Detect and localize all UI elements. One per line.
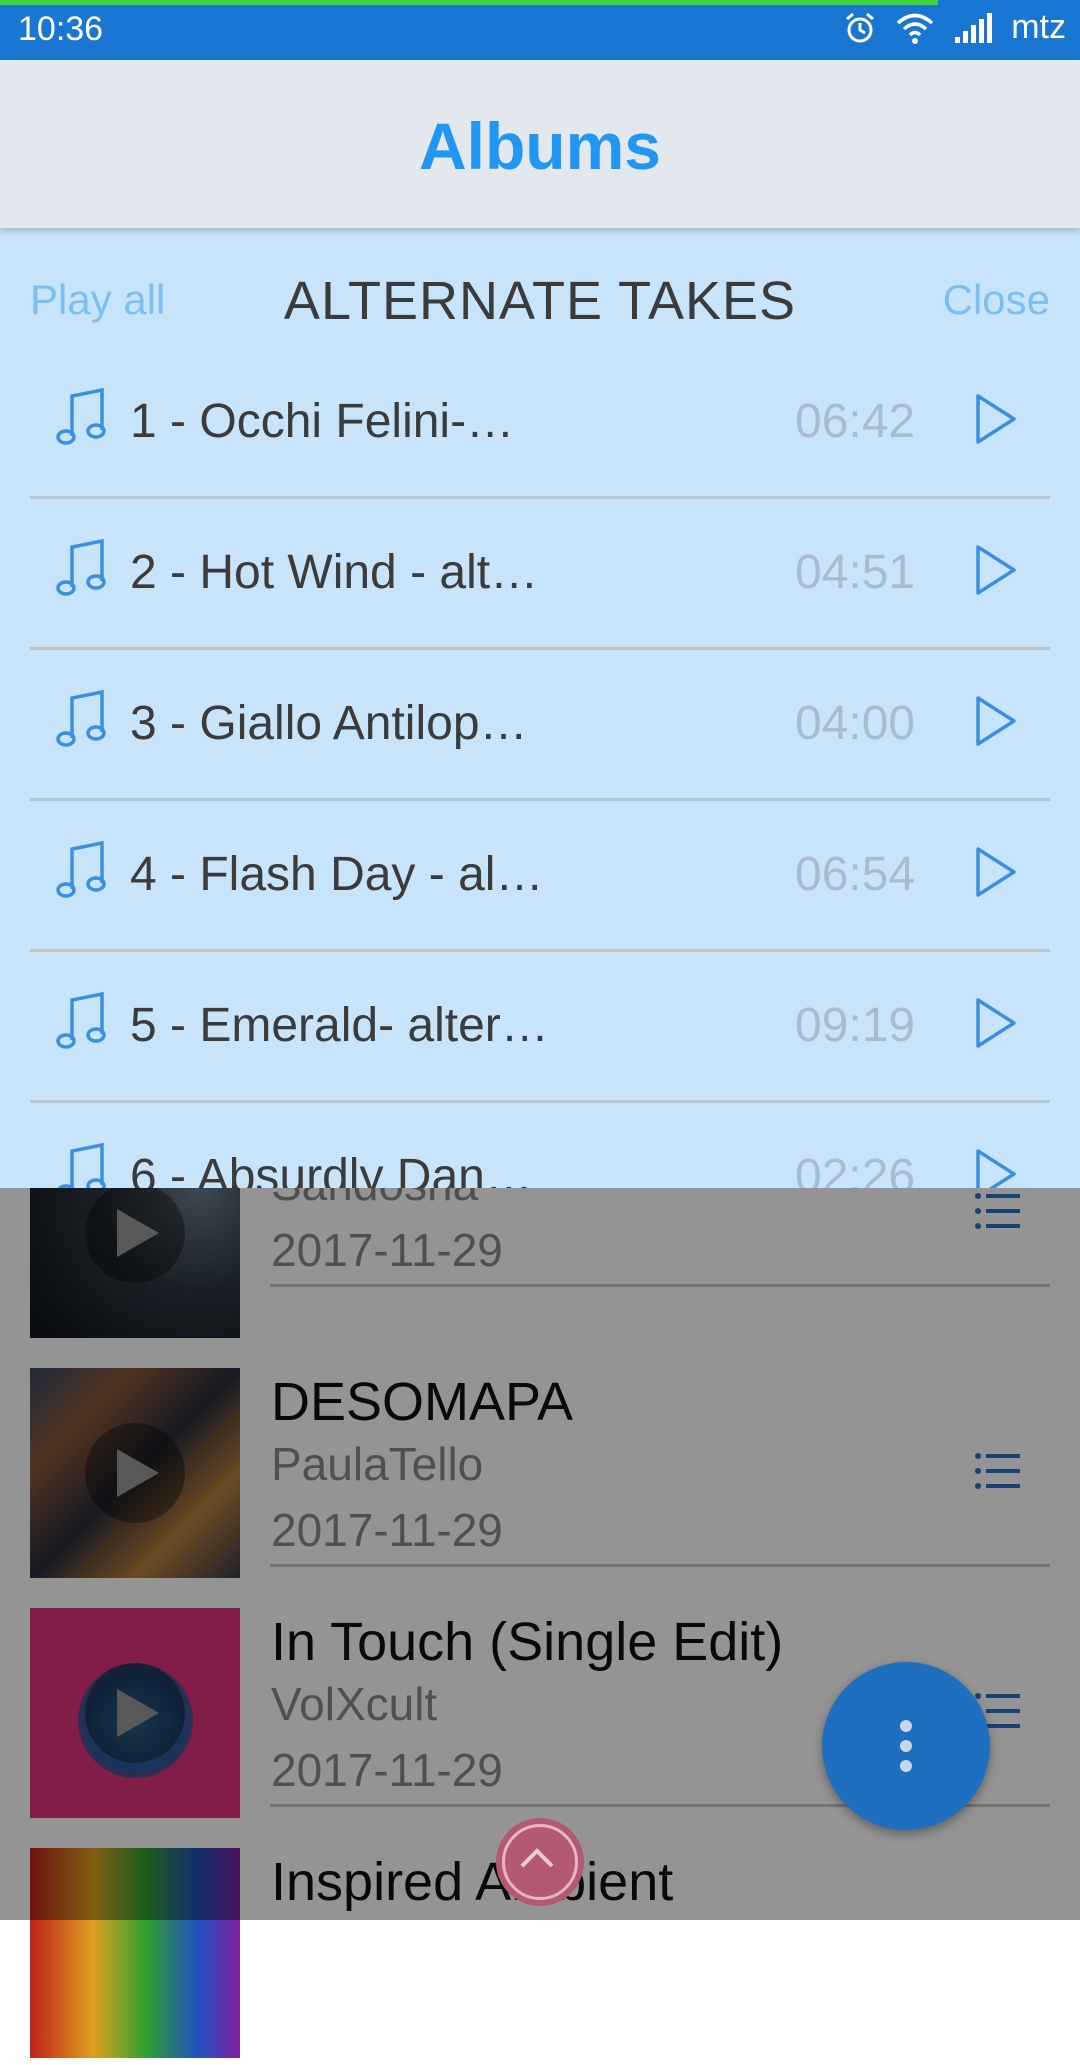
divider <box>270 1284 1050 1287</box>
close-button[interactable]: Close <box>943 276 1050 324</box>
album-cover[interactable] <box>30 1368 240 1578</box>
play-icon[interactable] <box>974 543 1018 597</box>
track-name: 6 - Absurdly Dan… <box>130 1150 533 1188</box>
music-note-icon <box>57 1142 106 1188</box>
more-vert-icon <box>900 1760 912 1772</box>
album-cover[interactable] <box>30 1848 240 2058</box>
status-bar: 10:36 mtz <box>0 0 1080 60</box>
track-duration: 09:19 <box>795 999 916 1052</box>
carrier-label: mtz <box>1011 8 1066 46</box>
track-row[interactable]: 6 - Absurdly Dan… 02:26 <box>30 1103 1050 1188</box>
alarm-icon <box>846 12 875 42</box>
scroll-to-top-button[interactable] <box>496 1818 584 1906</box>
track-name: 3 - Giallo Antilop… <box>130 697 528 750</box>
track-duration: 06:54 <box>795 848 916 901</box>
play-icon[interactable] <box>974 694 1018 748</box>
signal-icon <box>955 12 993 43</box>
album-title: Inspired Ambient <box>271 1852 674 1912</box>
album-play-button[interactable] <box>85 1663 185 1763</box>
track-row[interactable]: 3 - Giallo Antilop… 04:00 <box>30 650 1050 801</box>
album-date: 2017-11-29 <box>271 1744 503 1796</box>
play-icon[interactable] <box>974 1147 1018 1188</box>
more-options-button[interactable] <box>822 1662 990 1830</box>
app-bar: Albums <box>0 60 1080 228</box>
track-row[interactable]: 4 - Flash Day - al… 06:54 <box>30 801 1050 952</box>
music-note-icon <box>56 689 106 747</box>
track-duration: 04:00 <box>795 697 916 750</box>
play-icon <box>117 1449 159 1497</box>
track-row[interactable]: 5 - Emerald- alter… 09:19 <box>30 952 1050 1103</box>
track-duration: 06:42 <box>795 395 916 448</box>
status-progress-line <box>0 0 938 5</box>
track-duration: 02:26 <box>795 1150 916 1188</box>
album-title: DESOMAPA <box>271 1372 574 1432</box>
track-name: 1 - Occhi Felini-… <box>130 395 515 448</box>
album-date: 2017-11-29 <box>271 1224 503 1276</box>
track-name: 5 - Emerald- alter… <box>130 999 549 1052</box>
album-title: In Touch (Single Edit) <box>271 1612 784 1672</box>
play-icon[interactable] <box>974 996 1018 1050</box>
album-artist: VolXcult <box>271 1678 438 1730</box>
tracklist-icon[interactable] <box>974 1191 1022 1231</box>
album-cover[interactable] <box>30 1608 240 1818</box>
music-note-icon <box>56 387 106 445</box>
music-note-icon <box>56 991 106 1049</box>
play-icon <box>117 1209 159 1257</box>
wifi-icon <box>897 13 934 44</box>
play-icon <box>117 1689 159 1737</box>
more-vert-icon <box>900 1720 912 1732</box>
album-date: 2017-11-29 <box>271 1504 503 1556</box>
music-note-icon <box>56 538 106 596</box>
track-row[interactable]: 2 - Hot Wind - alt… 04:51 <box>30 499 1050 650</box>
play-icon[interactable] <box>974 392 1018 446</box>
album-row[interactable]: DESOMAPA PaulaTello 2017-11-29 <box>0 1345 1080 1585</box>
music-note-icon <box>56 840 106 898</box>
status-icons: mtz <box>843 8 1066 47</box>
play-icon[interactable] <box>974 845 1018 899</box>
panel-title: ALTERNATE TAKES <box>283 271 797 331</box>
track-name: 4 - Flash Day - al… <box>130 848 544 901</box>
track-duration: 04:51 <box>795 546 916 599</box>
page-title: Albums <box>418 109 662 183</box>
album-play-button[interactable] <box>85 1423 185 1523</box>
album-artist: PaulaTello <box>271 1438 484 1490</box>
chevron-up-icon <box>502 1824 578 1900</box>
album-tracks-panel: Play all ALTERNATE TAKES Close 1 - Occhi… <box>0 228 1080 1188</box>
track-row[interactable]: 1 - Occhi Felini-… 06:42 <box>30 348 1050 499</box>
album-play-button[interactable] <box>85 1183 185 1283</box>
tracklist-icon[interactable] <box>974 1451 1022 1491</box>
status-time: 10:36 <box>18 10 104 48</box>
more-vert-icon <box>900 1740 912 1752</box>
track-list: 1 - Occhi Felini-… 06:42 2 - Hot Wind - … <box>30 348 1050 1188</box>
track-name: 2 - Hot Wind - alt… <box>130 546 539 599</box>
divider <box>270 1564 1050 1567</box>
